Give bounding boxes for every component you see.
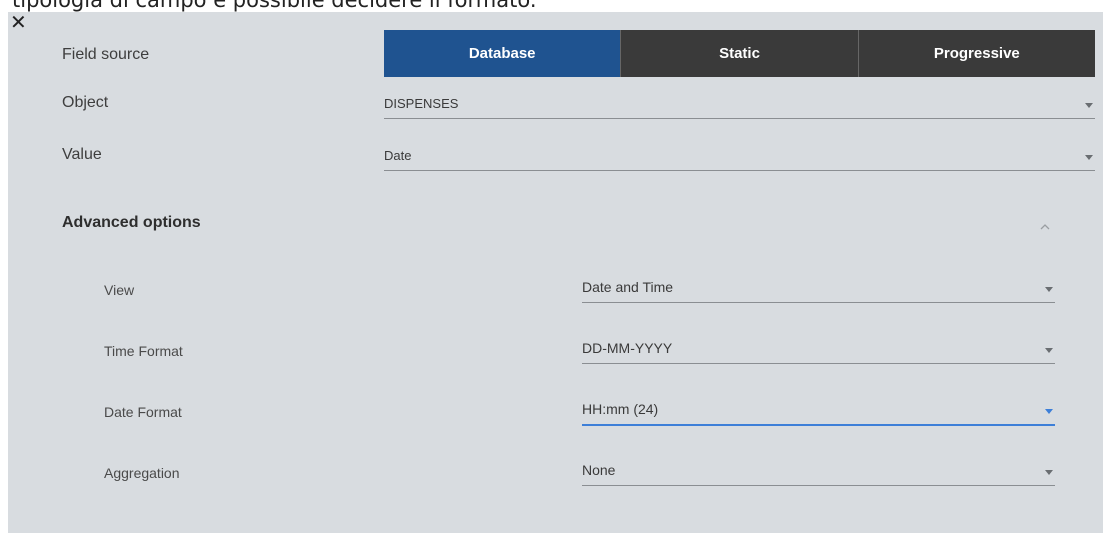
date-format-select[interactable]: HH:mm (24) [582, 396, 1055, 426]
field-settings-panel: Field source Database Static Progressive… [8, 12, 1103, 533]
chevron-down-icon [1045, 287, 1053, 292]
segment-database[interactable]: Database [384, 30, 622, 77]
chevron-down-icon [1045, 470, 1053, 475]
segment-progressive[interactable]: Progressive [858, 30, 1095, 77]
value-select[interactable]: Date [384, 142, 1095, 171]
view-label: View [104, 282, 135, 298]
value-select-value: Date [384, 148, 412, 163]
time-format-label: Time Format [104, 343, 183, 359]
aggregation-select-value: None [582, 462, 616, 478]
aggregation-select[interactable]: None [582, 457, 1055, 486]
chevron-down-icon [1045, 348, 1053, 353]
chevron-up-icon[interactable] [1040, 222, 1050, 232]
time-format-select[interactable]: DD-MM-YYYY [582, 335, 1055, 364]
field-source-label: Field source [62, 46, 150, 63]
object-select-value: DISPENSES [384, 96, 459, 111]
segment-static[interactable]: Static [621, 30, 859, 77]
chevron-down-icon [1085, 103, 1093, 108]
chevron-down-icon [1045, 409, 1053, 414]
object-select[interactable]: DISPENSES [384, 90, 1095, 119]
view-select[interactable]: Date and Time [582, 274, 1055, 303]
value-label: Value [62, 146, 102, 163]
time-format-select-value: DD-MM-YYYY [582, 340, 673, 356]
close-icon[interactable]: ✕ [10, 12, 30, 32]
date-format-label: Date Format [104, 404, 182, 420]
date-format-select-value: HH:mm (24) [582, 401, 659, 417]
advanced-options-title: Advanced options [62, 214, 201, 231]
object-label: Object [62, 94, 109, 111]
document-caption: tipologia di campo è possibile decidere … [12, 0, 537, 12]
view-select-value: Date and Time [582, 279, 674, 295]
field-source-segmented-control: Database Static Progressive [384, 30, 1095, 77]
aggregation-label: Aggregation [104, 465, 180, 481]
chevron-down-icon [1085, 155, 1093, 160]
